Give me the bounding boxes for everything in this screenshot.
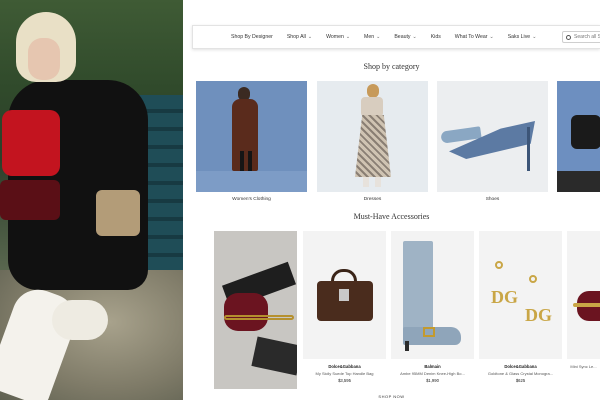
search-input[interactable] (574, 34, 600, 40)
product-name: Goldtone & Glass Crystal Monogra... (487, 371, 554, 376)
category-image (317, 81, 428, 192)
nav-label: Women (326, 34, 344, 40)
white-boot (52, 300, 108, 340)
section-title-shop-by-category: Shop by category (363, 62, 420, 71)
product-image (303, 231, 386, 359)
accessory-card-dg-bag[interactable]: Dolce&Gabbana My Sicily Suede Top Handle… (303, 231, 386, 383)
model-face (28, 38, 60, 80)
category-card-womens-clothing[interactable]: Women's Clothing (196, 81, 307, 202)
chevron-down-icon: ⌄ (345, 34, 351, 40)
section-title-accessories: Must-Have Accessories (353, 212, 430, 221)
nav-label: Kids (430, 34, 441, 40)
nav-women[interactable]: Women ⌄ (326, 34, 350, 40)
nav-label: Shop All (286, 34, 306, 40)
accessory-card-dg-earrings[interactable]: DG DG Dolce&Gabbana Goldtone & Glass Cry… (479, 231, 562, 383)
product-price: $3,595 (338, 378, 351, 383)
category-label: Dresses (363, 197, 382, 202)
category-image (437, 81, 548, 192)
accessory-card-balmain-boot[interactable]: Balmain Ambe 95MM Denim Knee-High Bo... … (391, 231, 474, 383)
product-name: My Sicily Suede Top Handle Bag (315, 371, 374, 376)
nav-label: Shop By Designer (231, 34, 273, 40)
product-image (567, 231, 600, 359)
shop-now-link[interactable]: SHOP NOW (183, 394, 600, 399)
nav-label: Saks Live (507, 34, 531, 40)
search-icon[interactable] (566, 34, 571, 40)
category-card-dresses[interactable]: Dresses (317, 81, 428, 202)
nav-label: What To Wear (454, 34, 488, 40)
chevron-down-icon: ⌄ (412, 34, 417, 40)
nav-men[interactable]: Men ⌄ (364, 34, 380, 40)
product-name: Mini Sync Le... (570, 364, 597, 369)
chevron-down-icon: ⌄ (376, 34, 381, 40)
search-box (562, 31, 600, 43)
product-brand: Balmain (424, 364, 441, 369)
accessory-card-partial[interactable]: Mini Sync Le... (567, 231, 600, 371)
nav-shop-all[interactable]: Shop All ⌄ (287, 34, 312, 40)
category-label: Shoes (485, 197, 500, 202)
nav-shop-by-designer[interactable]: Shop By Designer (231, 34, 273, 40)
main-navigation: Shop By Designer Shop All ⌄ Women ⌄ Men ⌄ B… (192, 25, 600, 49)
burgundy-handbag (0, 180, 60, 220)
product-image (214, 231, 297, 389)
hero-image (0, 0, 183, 400)
nav-what-to-wear[interactable]: What To Wear ⌄ (455, 34, 494, 40)
nav-saks-live[interactable]: Saks Live ⌄ (508, 34, 537, 40)
nav-label: Beauty (394, 34, 411, 40)
tan-handbag (96, 190, 140, 236)
product-image (391, 231, 474, 359)
nav-beauty[interactable]: Beauty ⌄ (394, 34, 416, 40)
red-handbag (2, 110, 60, 176)
product-price: $625 (515, 378, 526, 383)
category-card-shoes[interactable]: Shoes (437, 81, 548, 202)
product-image: DG DG (479, 231, 562, 359)
product-brand: Dolce&Gabbana (504, 364, 537, 369)
chevron-down-icon: ⌄ (307, 34, 313, 40)
nav-label: Men (364, 34, 375, 40)
accessory-card-editorial[interactable] (214, 231, 297, 389)
chevron-down-icon: ⌄ (489, 34, 494, 40)
nav-kids[interactable]: Kids (431, 34, 441, 40)
product-name: Ambe 95MM Denim Knee-High Bo... (400, 371, 465, 376)
chevron-down-icon: ⌄ (532, 34, 537, 40)
product-price: $1,990 (426, 378, 439, 383)
category-card-partial[interactable] (557, 81, 600, 197)
product-brand: Dolce&Gabbana (328, 364, 361, 369)
category-label: Women's Clothing (232, 197, 271, 202)
category-image (196, 81, 307, 192)
category-image (557, 81, 600, 192)
